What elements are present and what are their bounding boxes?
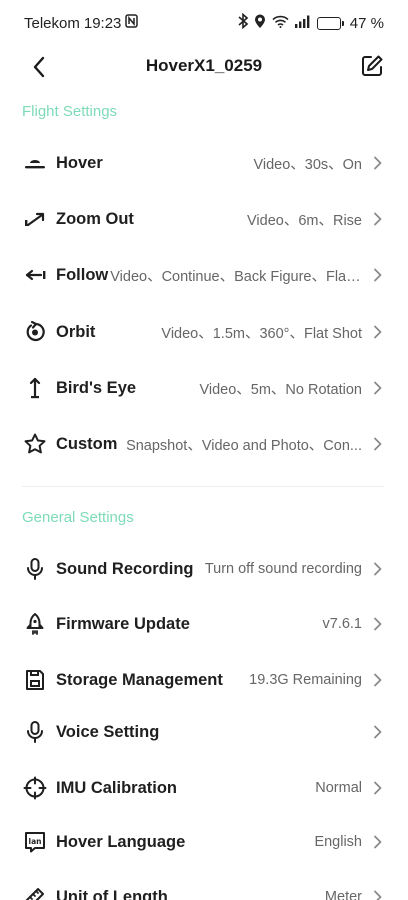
signal-icon <box>294 15 311 32</box>
row-label: IMU Calibration <box>56 778 178 797</box>
row-value: Video、5m、No Rotation <box>199 381 362 398</box>
row-label: Firmware Update <box>56 614 190 633</box>
battery-percent: 47 % <box>349 14 384 32</box>
battery-icon <box>316 16 344 30</box>
chevron-right-icon <box>370 381 384 395</box>
chevron-right-icon <box>370 562 384 576</box>
birds-eye-icon <box>22 375 48 401</box>
crosshair-icon <box>22 775 48 801</box>
row-value: English <box>314 834 362 850</box>
row-label: Voice Setting <box>56 722 160 741</box>
edit-button[interactable] <box>358 52 386 80</box>
row-label: Zoom Out <box>56 209 134 228</box>
custom-star-icon <box>22 431 48 457</box>
row-value: Video、Continue、Back Figure、Flat ... <box>110 268 362 285</box>
row-label: Sound Recording <box>56 559 194 578</box>
flight-item-custom[interactable]: Custom Snapshot、Video and Photo、Con... <box>0 416 408 472</box>
row-value: Meter <box>324 889 362 900</box>
location-icon <box>254 14 266 33</box>
flight-item-follow[interactable]: Follow Video、Continue、Back Figure、Flat .… <box>0 247 408 303</box>
chevron-right-icon <box>370 437 384 451</box>
chevron-right-icon <box>370 673 384 687</box>
zoom-out-icon <box>22 206 48 232</box>
page-title: HoverX1_0259 <box>145 56 263 75</box>
general-item-imu-calibration[interactable]: IMU Calibration Normal <box>0 760 408 816</box>
follow-icon <box>22 262 48 288</box>
row-value: Normal <box>315 780 362 796</box>
row-label: Orbit <box>56 322 96 341</box>
row-label: Bird's Eye <box>56 378 137 397</box>
general-item-unit-of-length[interactable]: Unit of Length Meter <box>0 869 408 900</box>
chevron-right-icon <box>370 835 384 849</box>
flight-settings-title: Flight Settings <box>22 103 118 120</box>
general-item-sound-recording[interactable]: Sound Recording Turn off sound recording <box>0 541 408 597</box>
row-value: Turn off sound recording <box>204 561 362 577</box>
chevron-right-icon <box>370 725 384 739</box>
hover-icon <box>22 150 48 176</box>
chevron-right-icon <box>370 212 384 226</box>
row-label: Hover <box>56 153 103 172</box>
row-label: Custom <box>56 434 118 453</box>
flight-item-hover[interactable]: Hover Video、30s、On <box>0 135 408 191</box>
back-button[interactable] <box>26 54 52 80</box>
flight-item-zoom-out[interactable]: Zoom Out Video、6m、Rise <box>0 191 408 247</box>
carrier-name: Telekom <box>24 14 80 32</box>
chevron-right-icon <box>370 156 384 170</box>
status-left: Telekom 19:23 <box>24 14 139 32</box>
microphone-icon <box>22 556 48 582</box>
nfc-icon <box>125 14 139 32</box>
row-label: Follow <box>56 265 109 284</box>
orbit-icon <box>22 319 48 345</box>
flight-item-birds-eye[interactable]: Bird's Eye Video、5m、No Rotation <box>0 360 408 416</box>
general-item-voice-setting[interactable]: Voice Setting <box>0 704 408 760</box>
ruler-icon <box>22 884 48 900</box>
section-divider <box>22 486 384 487</box>
row-value: Video、1.5m、360°、Flat Shot <box>161 325 362 342</box>
chevron-right-icon <box>370 325 384 339</box>
back-chevron-icon <box>33 56 45 78</box>
general-item-firmware-update[interactable]: Firmware Update v7.6.1 <box>0 596 408 652</box>
row-value: Snapshot、Video and Photo、Con... <box>126 437 362 454</box>
general-item-hover-language[interactable]: lan Hover Language English <box>0 814 408 870</box>
flight-item-orbit[interactable]: Orbit Video、1.5m、360°、Flat Shot <box>0 304 408 360</box>
row-value: Video、30s、On <box>253 156 362 173</box>
status-bar: Telekom 19:23 47 % <box>0 0 408 46</box>
microphone-icon <box>22 719 48 745</box>
chevron-right-icon <box>370 617 384 631</box>
row-label: Hover Language <box>56 832 186 851</box>
edit-icon <box>362 55 383 76</box>
row-value: 19.3G Remaining <box>249 672 362 688</box>
rocket-icon <box>22 611 48 637</box>
wifi-icon <box>272 15 289 32</box>
storage-icon <box>22 667 48 693</box>
row-label: Storage Management <box>56 670 223 689</box>
bluetooth-icon <box>238 12 249 33</box>
chevron-right-icon <box>370 268 384 282</box>
row-label: Unit of Length <box>56 887 168 900</box>
row-value: Video、6m、Rise <box>247 212 362 229</box>
language-icon-text: lan <box>29 837 42 846</box>
status-time: 19:23 <box>83 14 122 32</box>
chevron-right-icon <box>370 890 384 900</box>
nav-bar: HoverX1_0259 <box>0 46 408 86</box>
general-item-storage-management[interactable]: Storage Management 19.3G Remaining <box>0 652 408 708</box>
language-icon: lan <box>22 829 48 855</box>
general-settings-title: General Settings <box>22 509 134 526</box>
chevron-right-icon <box>370 781 384 795</box>
status-right: 47 % <box>238 12 384 33</box>
row-value: v7.6.1 <box>322 616 363 632</box>
